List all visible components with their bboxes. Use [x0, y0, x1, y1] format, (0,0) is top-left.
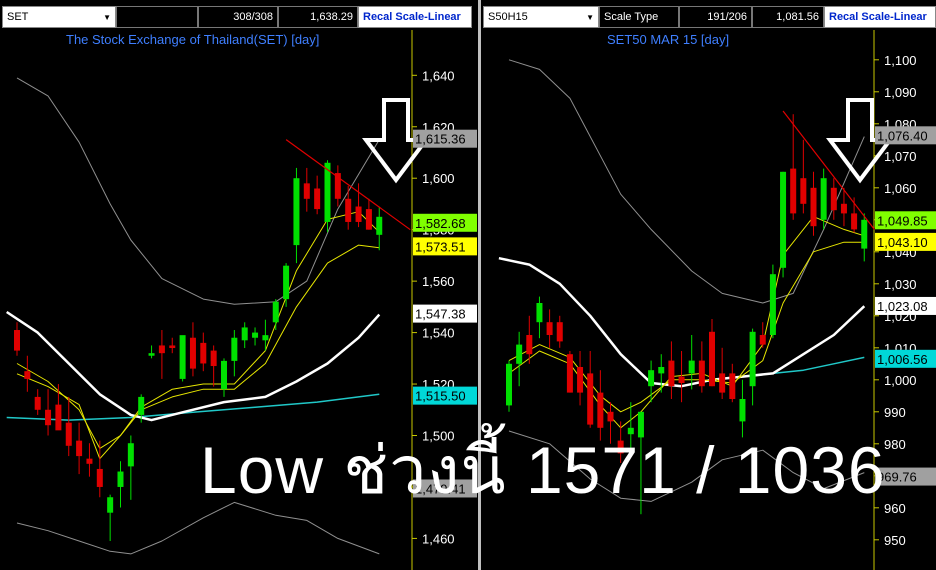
price-label: 1,582.68: [415, 216, 466, 231]
candle-body: [76, 440, 83, 457]
candle-body: [688, 360, 695, 374]
price-label: 1,043.10: [877, 235, 928, 250]
candle-body: [189, 337, 196, 369]
price-label: 1,547.38: [415, 307, 466, 322]
candle-body: [577, 367, 584, 393]
y-tick-label: 1,640: [422, 68, 455, 83]
candle-body: [648, 370, 655, 387]
candle-body: [526, 335, 533, 355]
candle-body: [780, 171, 787, 268]
y-tick-label: 1,600: [422, 171, 455, 186]
candle-body: [516, 344, 523, 364]
candle-body: [293, 178, 300, 246]
candle-body: [272, 301, 279, 323]
candle-body: [790, 168, 797, 214]
candle-body: [729, 373, 736, 399]
candle-body: [34, 396, 41, 410]
y-tick-label: 1,560: [422, 274, 455, 289]
candle-body: [658, 367, 665, 374]
candle-body: [24, 371, 31, 379]
candle-body: [861, 219, 868, 249]
candle-body: [566, 354, 573, 393]
candle-body: [86, 458, 93, 464]
candle-body: [127, 443, 134, 467]
candle-body: [179, 335, 186, 379]
candle-body: [840, 203, 847, 214]
upper-band-line: [508, 59, 865, 304]
candle-body: [138, 396, 145, 415]
y-tick-label: 990: [884, 405, 906, 420]
candle-body: [668, 360, 675, 387]
y-tick-label: 950: [884, 533, 906, 548]
candle-body: [200, 342, 207, 364]
candle-body: [355, 206, 362, 222]
y-tick-label: 1,090: [884, 85, 917, 100]
candle-body: [55, 404, 62, 431]
price-label: 1,049.85: [877, 213, 928, 228]
candle-body: [262, 335, 269, 341]
trendline: [782, 110, 875, 230]
y-tick-label: 1,540: [422, 326, 455, 341]
y-tick-label: 1,000: [884, 373, 917, 388]
y-tick-label: 1,070: [884, 149, 917, 164]
candle-body: [283, 265, 290, 300]
y-tick-label: 1,030: [884, 277, 917, 292]
candle-body: [107, 497, 114, 513]
candle-body: [14, 330, 20, 351]
candle-body: [45, 409, 52, 426]
price-label: 1,006.56: [877, 352, 928, 367]
candle-body: [221, 360, 227, 390]
candle-body: [739, 399, 746, 422]
candle-body: [376, 216, 383, 235]
candle-body: [597, 392, 604, 428]
price-label: 1,076.40: [877, 128, 928, 143]
candle-body: [210, 350, 217, 367]
ma-long-line: [6, 393, 380, 421]
candle-body: [749, 331, 756, 387]
candle-body: [365, 209, 372, 230]
candle-body: [303, 183, 310, 199]
candle-body: [148, 353, 155, 356]
price-label: 1,515.50: [415, 389, 466, 404]
candle-body: [820, 178, 827, 220]
candle-body: [709, 331, 715, 387]
candle-body: [851, 213, 858, 230]
candle-body: [719, 373, 726, 393]
y-tick-label: 1,060: [884, 181, 917, 196]
candle-body: [556, 322, 563, 342]
candle-body: [678, 376, 685, 383]
candle-body: [830, 187, 837, 211]
candle-body: [810, 187, 817, 227]
y-tick-label: 980: [884, 437, 906, 452]
ma-fast-line: [16, 211, 380, 449]
price-label: 1,615.36: [415, 132, 466, 147]
candle-body: [800, 178, 807, 204]
candle-body: [314, 188, 321, 210]
candle-body: [117, 471, 124, 487]
price-label: 1,023.08: [877, 299, 928, 314]
y-tick-label: 960: [884, 501, 906, 516]
candle-body: [546, 322, 553, 335]
candle-body: [65, 422, 72, 446]
candle-body: [506, 363, 512, 406]
candle-body: [759, 335, 766, 345]
candle-body: [698, 360, 705, 387]
candle-body: [231, 337, 238, 361]
candle-body: [252, 332, 259, 338]
candle-body: [345, 198, 352, 222]
candle-body: [96, 468, 103, 487]
candle-body: [587, 373, 594, 425]
candle-body: [769, 274, 776, 335]
y-tick-label: 1,460: [422, 531, 455, 546]
candle-body: [169, 345, 176, 349]
candle-body: [158, 345, 165, 354]
y-tick-label: 1,100: [884, 53, 917, 68]
overlay-caption: Low ช่วงนี้ 1571 / 1036: [200, 433, 886, 507]
lower-band-line: [16, 501, 380, 555]
candle-body: [241, 327, 248, 341]
candle-body: [607, 411, 614, 422]
price-label: 1,573.51: [415, 239, 466, 254]
candle-body: [536, 303, 543, 323]
